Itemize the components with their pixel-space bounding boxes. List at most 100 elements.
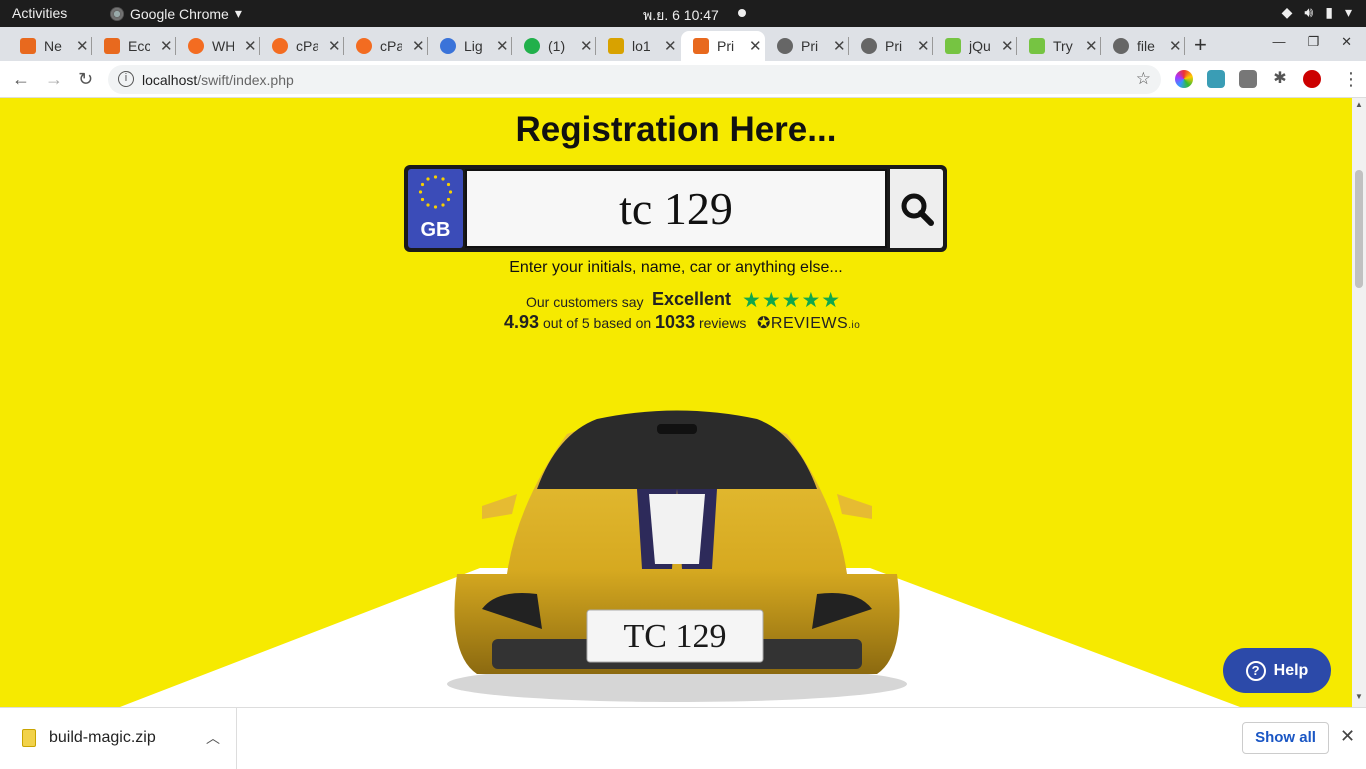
browser-tab[interactable]: cPa ✕ <box>260 31 344 61</box>
page-scrollbar[interactable]: ▲ ▼ <box>1352 98 1366 707</box>
browser-tab[interactable]: lo1 ✕ <box>596 31 680 61</box>
browser-tab[interactable]: file ✕ <box>1101 31 1185 61</box>
download-extension-icon[interactable] <box>1239 70 1257 88</box>
help-label: Help <box>1273 661 1309 679</box>
browser-tab[interactable]: Try ✕ <box>1017 31 1101 61</box>
tab-label: Pri <box>801 38 819 54</box>
close-icon[interactable]: ✕ <box>328 37 341 55</box>
search-button[interactable] <box>890 169 943 248</box>
browser-tab[interactable]: Lig ✕ <box>428 31 512 61</box>
extension-icon[interactable] <box>1207 70 1225 88</box>
tab-label: Try <box>1053 38 1073 54</box>
close-icon[interactable]: ✕ <box>749 37 762 55</box>
tab-strip: Ne ✕ Ecc ✕ WH ✕ cPa ✕ cPa ✕ Lig ✕ (1) ✕ lo1 ✕ Pr… <box>0 27 1366 61</box>
car-image: TC 129 <box>447 410 907 702</box>
wifi-icon: ◆ <box>1281 4 1293 20</box>
extensions-puzzle-icon[interactable]: ✱ <box>1271 70 1289 88</box>
reload-icon[interactable]: ↻ <box>78 69 93 90</box>
color-picker-extension-icon[interactable] <box>1175 70 1193 88</box>
chrome-icon <box>110 6 124 21</box>
help-button[interactable]: ? Help <box>1223 648 1331 693</box>
tab-favicon-icon <box>188 38 204 54</box>
tab-label: Pri <box>717 38 735 54</box>
download-shelf: build-magic.zip ︿ Show all ✕ <box>0 707 1366 769</box>
close-icon[interactable]: ✕ <box>833 37 846 55</box>
globe-icon <box>1113 38 1129 54</box>
close-icon[interactable]: ✕ <box>244 37 257 55</box>
close-icon[interactable]: ✕ <box>496 37 509 55</box>
scroll-down-arrow-icon[interactable]: ▼ <box>1355 692 1363 701</box>
tab-label: (1) <box>548 38 566 54</box>
close-icon[interactable]: ✕ <box>1085 37 1098 55</box>
forward-arrow-icon[interactable]: → <box>45 69 63 90</box>
close-icon[interactable]: ✕ <box>664 37 677 55</box>
address-bar[interactable]: i localhost/swift/index.php ☆ <box>108 65 1161 94</box>
browser-tab[interactable]: WH ✕ <box>176 31 260 61</box>
caret-down-icon: ▾ <box>234 5 242 21</box>
scrollbar-thumb[interactable] <box>1355 170 1363 288</box>
browser-tab[interactable]: Pri ✕ <box>765 31 849 61</box>
close-icon[interactable]: ✕ <box>1341 34 1352 50</box>
review-reviews-word: reviews <box>698 315 747 331</box>
app-name: Google Chrome <box>130 5 229 22</box>
browser-menu-icon[interactable]: ⋮ <box>1342 69 1360 90</box>
tab-label: Ne <box>44 38 62 54</box>
close-icon[interactable]: ✕ <box>412 37 425 55</box>
close-icon[interactable]: ✕ <box>917 37 930 55</box>
car-plate-text: TC 129 <box>624 618 727 655</box>
tab-favicon-icon <box>945 38 961 54</box>
reviews-widget[interactable]: Our customers say Excellent ★★★★★ 4.93 o… <box>0 288 1352 334</box>
review-count: 1033 <box>655 312 696 332</box>
back-arrow-icon[interactable]: ← <box>12 69 30 90</box>
eu-stars-icon <box>418 175 453 209</box>
download-filename: build-magic.zip <box>49 729 156 746</box>
battery-icon: ▮ <box>1325 4 1333 20</box>
window-controls: — ❐ ✕ <box>1272 34 1352 50</box>
minimize-icon[interactable]: — <box>1272 34 1285 50</box>
tab-favicon-icon <box>524 38 540 54</box>
system-tray[interactable]: ◆ 🔊︎ ▮ ▾ <box>1282 4 1352 21</box>
bookmark-star-icon[interactable]: ☆ <box>1136 69 1151 89</box>
browser-toolbar: ← → ↻ i localhost/swift/index.php ☆ <box>0 61 1366 98</box>
clock[interactable]: พ.ย. 6 10:47 <box>643 5 719 27</box>
globe-icon <box>861 38 877 54</box>
review-score: 4.93 <box>504 312 540 332</box>
reviews-io-logo: ✪REVIEWS.io <box>757 313 860 333</box>
browser-tab[interactable]: Ne ✕ <box>8 31 92 61</box>
plate-search-input[interactable]: tc 129 <box>465 169 887 248</box>
info-icon[interactable]: i <box>118 71 134 87</box>
profile-avatar[interactable] <box>1303 70 1321 88</box>
close-icon[interactable]: ✕ <box>76 37 89 55</box>
tab-favicon-icon <box>693 38 709 54</box>
system-top-bar: Activities Google Chrome ▾ พ.ย. 6 10:47 … <box>0 0 1366 27</box>
chevron-up-icon[interactable]: ︿ <box>206 728 220 748</box>
star-badge-icon: ✪ <box>757 315 771 332</box>
browser-tab[interactable]: Ecc ✕ <box>92 31 176 61</box>
tab-favicon-icon <box>1029 38 1045 54</box>
download-item[interactable]: build-magic.zip ︿ <box>0 708 237 769</box>
restore-icon[interactable]: ❐ <box>1307 34 1319 50</box>
app-menu[interactable]: Google Chrome ▾ <box>110 5 242 22</box>
show-all-button[interactable]: Show all <box>1242 722 1329 754</box>
browser-tab[interactable]: jQu ✕ <box>933 31 1017 61</box>
close-icon[interactable]: ✕ <box>1340 726 1355 747</box>
close-icon[interactable]: ✕ <box>580 37 593 55</box>
browser-tab[interactable]: Pri ✕ <box>849 31 933 61</box>
browser-tab[interactable]: cPa ✕ <box>344 31 428 61</box>
new-tab-plus-icon[interactable]: + <box>1194 32 1207 58</box>
close-icon[interactable]: ✕ <box>1169 37 1182 55</box>
brand-name: REVIEWS <box>770 315 849 332</box>
search-hint: Enter your initials, name, car or anythi… <box>509 259 843 276</box>
scroll-up-arrow-icon[interactable]: ▲ <box>1355 100 1363 109</box>
browser-tab-active[interactable]: Pri ✕ <box>681 31 765 61</box>
tab-label: cPa <box>380 38 402 54</box>
close-icon[interactable]: ✕ <box>1001 37 1014 55</box>
url-path: /swift/index.php <box>197 72 294 88</box>
volume-icon: 🔊︎ <box>1304 4 1314 20</box>
activities-button[interactable]: Activities <box>12 5 67 21</box>
browser-tab[interactable]: (1) ✕ <box>512 31 596 61</box>
close-icon[interactable]: ✕ <box>160 37 173 55</box>
question-icon: ? <box>1245 660 1266 681</box>
page-viewport: Registration Here... GB tc 129 Enter you… <box>0 98 1352 707</box>
globe-icon <box>777 38 793 54</box>
